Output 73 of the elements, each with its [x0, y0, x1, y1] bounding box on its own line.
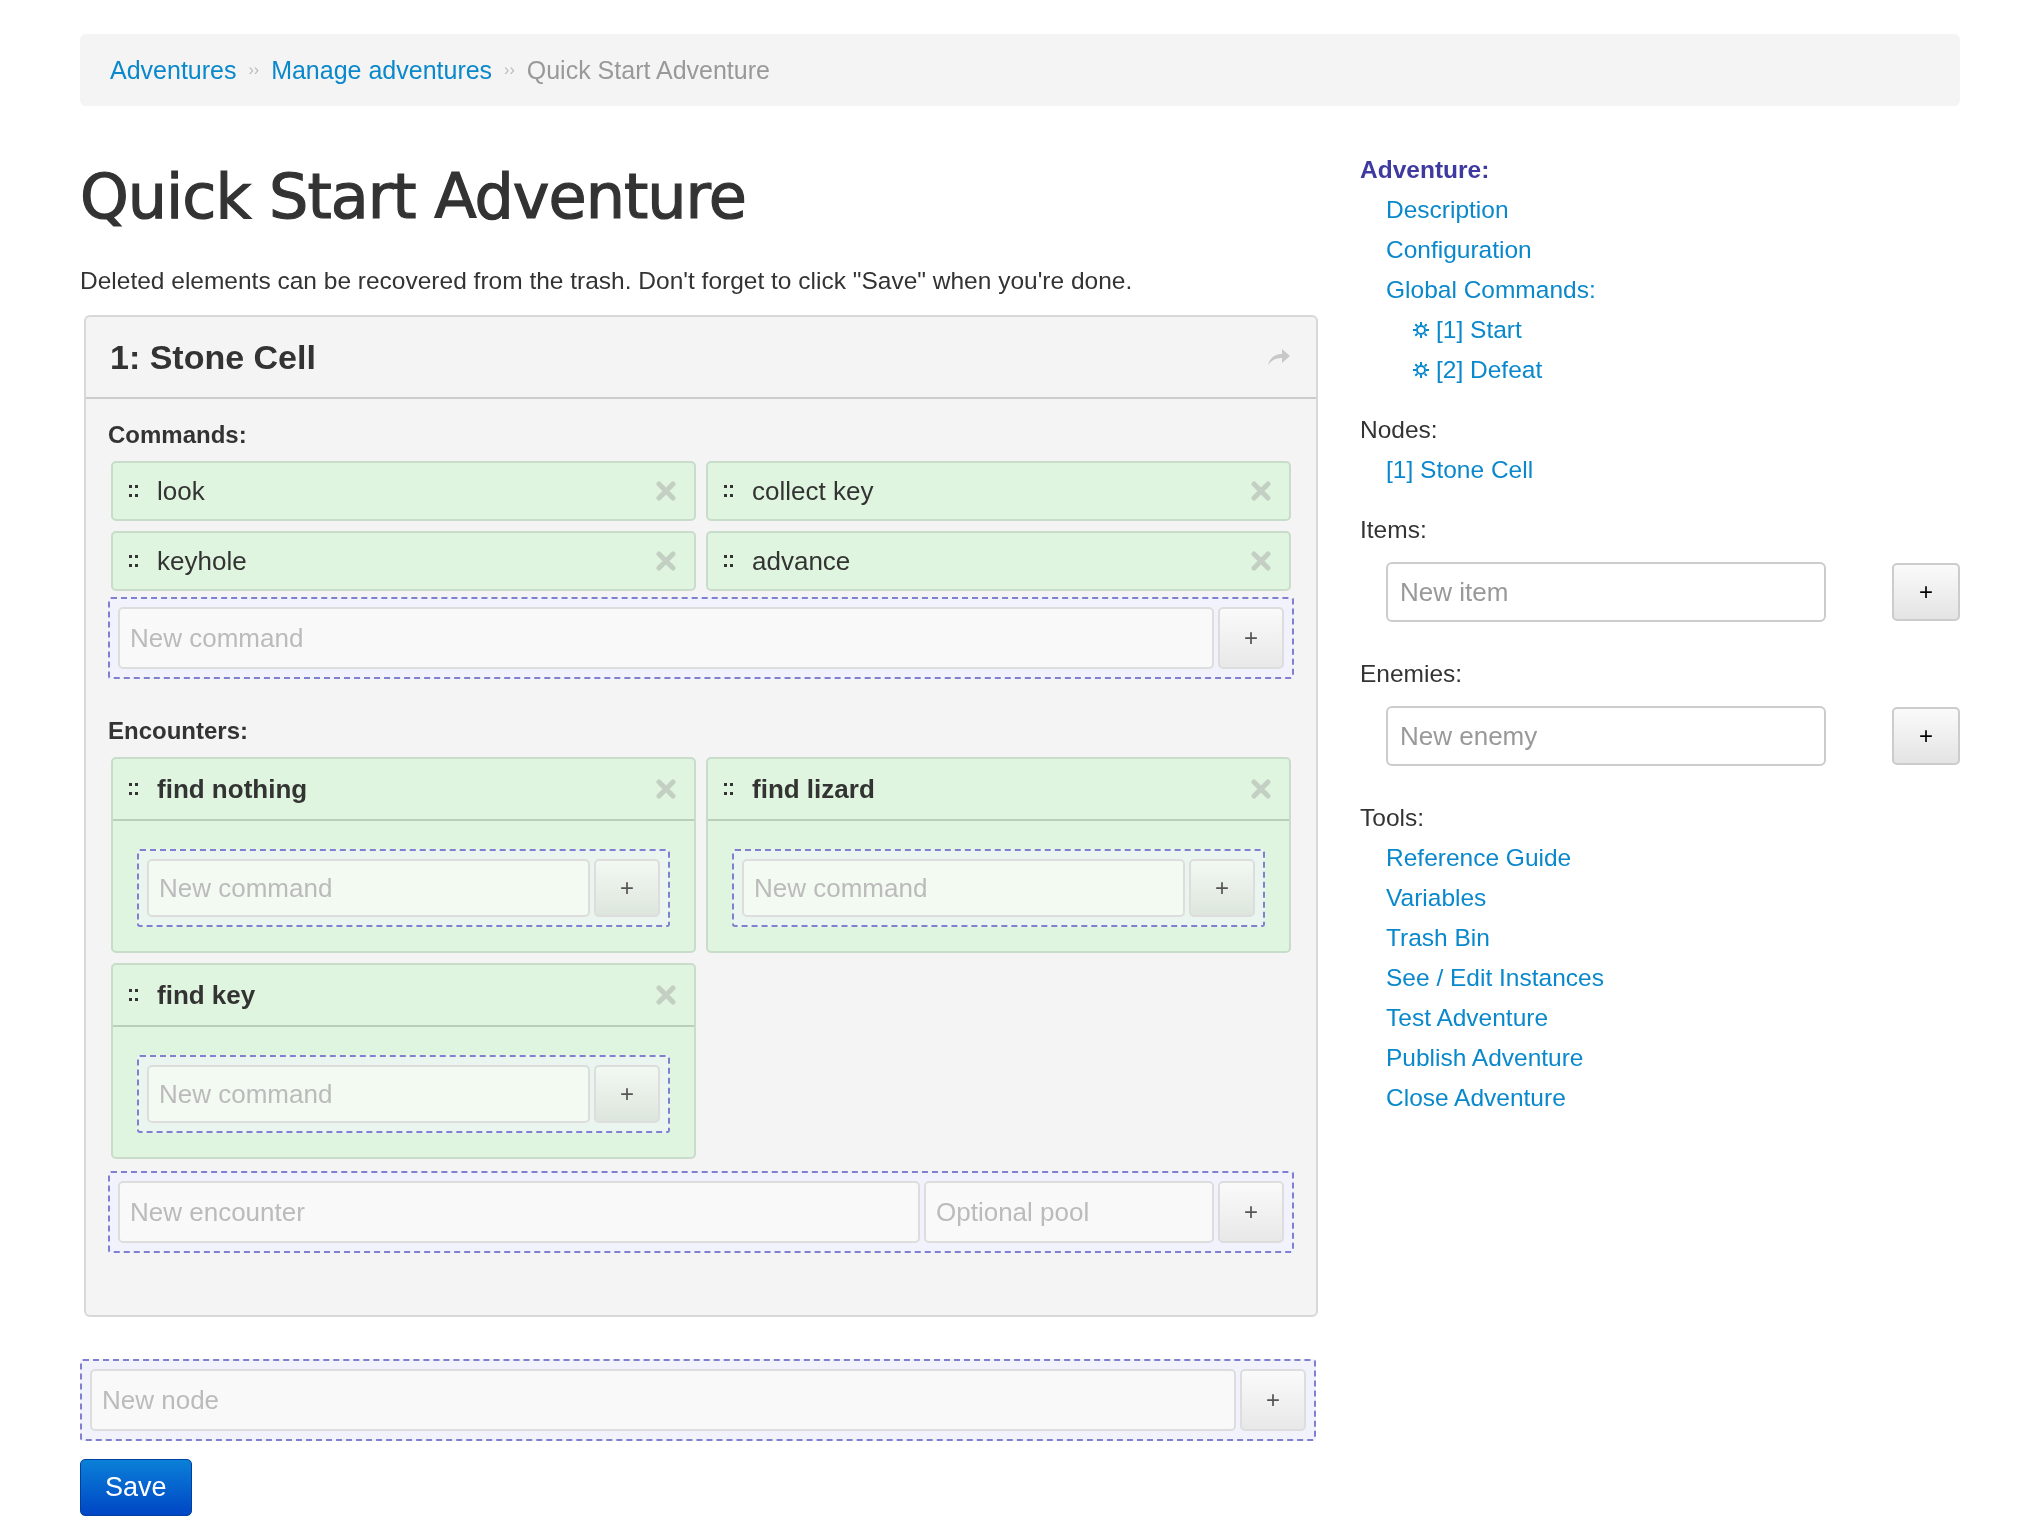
save-button[interactable]: Save	[80, 1459, 192, 1516]
notice-text: Deleted elements can be recovered from the trash. Don't forget to click "Save" when you're done.	[80, 267, 1134, 295]
delete-icon[interactable]	[656, 779, 676, 799]
delete-icon[interactable]	[1251, 481, 1271, 501]
sidebar-link[interactable]: Test Adventure	[1386, 998, 1549, 1038]
drag-handle-icon	[724, 781, 734, 797]
sidebar-link[interactable]: [2] Defeat	[1436, 350, 1543, 390]
drag-handle-icon	[129, 553, 139, 569]
delete-icon[interactable]	[656, 551, 676, 571]
drag-handle-icon	[129, 987, 139, 1003]
sidebar-link[interactable]: Publish Adventure	[1386, 1038, 1584, 1078]
gear-icon	[1412, 361, 1430, 379]
command-item[interactable]: look	[111, 461, 696, 521]
sidebar-heading: Adventure:	[1360, 155, 1491, 185]
section-label: Encounters:	[108, 717, 249, 745]
command-item[interactable]: collect key	[706, 461, 1291, 521]
command-label: look	[157, 475, 206, 507]
text-field[interactable]: New item	[1386, 562, 1826, 622]
drag-handle-icon	[724, 483, 734, 499]
sidebar-label: Enemies:	[1360, 659, 1464, 689]
encounter-title: find nothing	[157, 773, 309, 805]
add-button[interactable]: +	[1892, 707, 1960, 765]
separator: ››	[504, 61, 515, 79]
add-button[interactable]: +	[1240, 1369, 1306, 1431]
text-field[interactable]: New command	[742, 859, 1185, 917]
sidebar-link[interactable]: Reference Guide	[1386, 838, 1572, 878]
add-button[interactable]: +	[594, 859, 660, 917]
text-field[interactable]: New encounter	[118, 1181, 920, 1243]
add-button[interactable]: +	[594, 1065, 660, 1123]
command-item[interactable]: keyhole	[111, 531, 696, 591]
node-title: 1: Stone Cell	[110, 337, 316, 377]
drag-handle-icon	[129, 781, 139, 797]
text-field[interactable]: New command	[147, 859, 590, 917]
sidebar-link[interactable]: Configuration	[1386, 230, 1532, 270]
delete-icon[interactable]	[656, 481, 676, 501]
delete-icon[interactable]	[1251, 551, 1271, 571]
sidebar-link[interactable]: [1] Stone Cell	[1386, 450, 1534, 490]
sidebar-link[interactable]: Variables	[1386, 878, 1487, 918]
text-field[interactable]: New command	[118, 607, 1214, 669]
sidebar-link[interactable]: [1] Start	[1436, 310, 1522, 350]
section-label: Commands:	[108, 421, 248, 449]
sidebar-link[interactable]: Close Adventure	[1386, 1078, 1566, 1118]
encounter-title: find key	[157, 979, 257, 1011]
sidebar-link[interactable]: Global Commands:	[1386, 270, 1596, 310]
delete-icon[interactable]	[1251, 779, 1271, 799]
command-item[interactable]: advance	[706, 531, 1291, 591]
page-title: Quick Start Adventure	[80, 160, 747, 233]
text-field[interactable]: New enemy	[1386, 706, 1826, 766]
breadcrumb-current: Quick Start Adventure	[526, 55, 770, 85]
breadcrumb-link[interactable]: Adventures	[110, 55, 237, 85]
add-button[interactable]: +	[1892, 563, 1960, 621]
sidebar-label: Items:	[1360, 515, 1428, 545]
command-label: collect key	[752, 475, 875, 507]
text-field[interactable]: New command	[147, 1065, 590, 1123]
sidebar-label: Nodes:	[1360, 415, 1439, 445]
drag-handle-icon	[129, 483, 139, 499]
gear-icon	[1412, 321, 1430, 339]
breadcrumb-link[interactable]: Manage adventures	[271, 55, 493, 85]
command-label: keyhole	[157, 545, 248, 577]
encounter-title: find lizard	[752, 773, 876, 805]
sidebar-link[interactable]: Trash Bin	[1386, 918, 1490, 958]
add-button[interactable]: +	[1218, 1181, 1284, 1243]
add-button[interactable]: +	[1218, 607, 1284, 669]
add-button[interactable]: +	[1189, 859, 1255, 917]
sidebar-link[interactable]: See / Edit Instances	[1386, 958, 1604, 998]
sidebar-label: Tools:	[1360, 803, 1425, 833]
text-field[interactable]: New node	[90, 1369, 1236, 1431]
sidebar-link[interactable]: Description	[1386, 190, 1509, 230]
text-field[interactable]: Optional pool	[924, 1181, 1214, 1243]
separator: ››	[248, 61, 260, 79]
drag-handle-icon	[724, 553, 734, 569]
command-label: advance	[752, 545, 852, 577]
delete-icon[interactable]	[656, 985, 676, 1005]
